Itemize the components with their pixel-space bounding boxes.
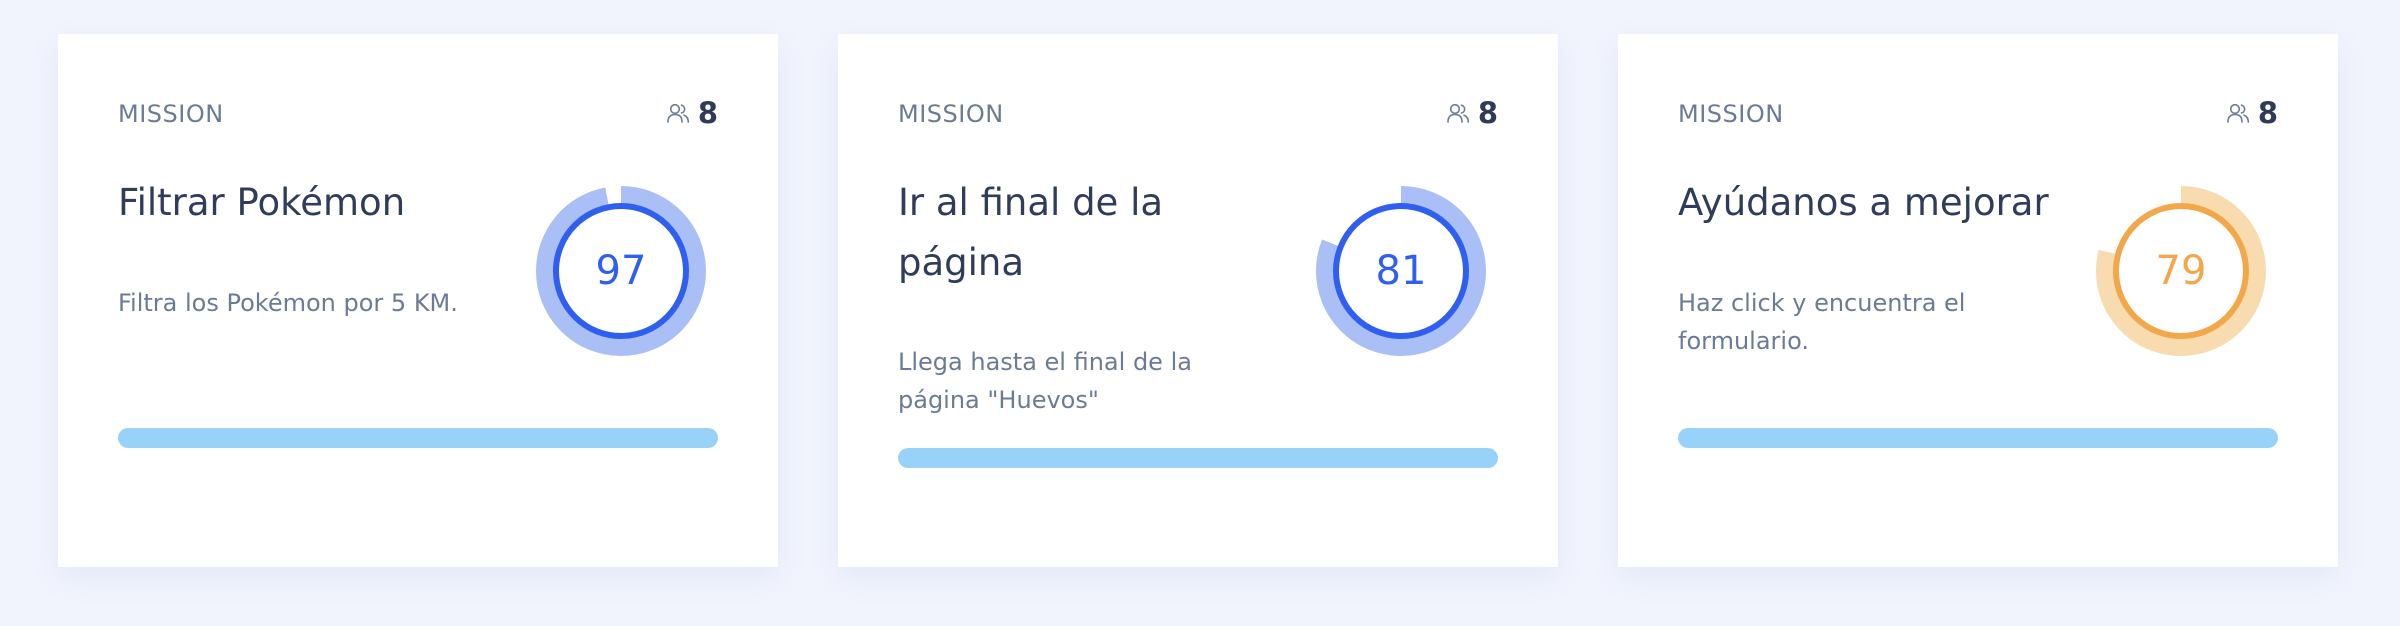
progress-bar	[898, 448, 1498, 468]
mission-description: Haz click y encuentra el formulario.	[1678, 289, 1966, 355]
mission-description: Llega hasta el final de la página "Huevo…	[898, 348, 1192, 414]
mission-title: Ir al final de la página	[898, 181, 1164, 284]
score-ring: 97	[536, 186, 706, 356]
mission-label: MISSION	[898, 100, 1004, 128]
mission-card[interactable]: MISSION 8 Filtrar Pokémon Filtra los Pok…	[58, 34, 778, 567]
members-count: 8	[1477, 96, 1498, 130]
users-icon	[666, 102, 690, 124]
mission-card[interactable]: MISSION 8 Ir al final de la página Llega…	[838, 34, 1558, 567]
members-counter: 8	[2226, 96, 2278, 130]
mission-label: MISSION	[1678, 100, 1784, 128]
progress-bar-fill	[898, 448, 1498, 468]
progress-bar	[1678, 428, 2278, 448]
users-icon	[2226, 102, 2250, 124]
score-value: 79	[2155, 248, 2207, 294]
mission-card[interactable]: MISSION 8 Ayúdanos a mejorar Haz click y…	[1618, 34, 2338, 567]
score-ring: 79	[2096, 186, 2266, 356]
progress-bar	[118, 428, 718, 448]
members-count: 8	[697, 96, 718, 130]
members-counter: 8	[666, 96, 718, 130]
members-count: 8	[2257, 96, 2278, 130]
mission-title: Filtrar Pokémon	[118, 181, 406, 224]
score-value: 81	[1375, 248, 1427, 294]
mission-description: Filtra los Pokémon por 5 KM.	[118, 289, 458, 317]
members-counter: 8	[1446, 96, 1498, 130]
score-value: 97	[595, 248, 647, 294]
score-ring: 81	[1316, 186, 1486, 356]
progress-bar-fill	[1678, 428, 2278, 448]
progress-bar-fill	[118, 428, 718, 448]
users-icon	[1446, 102, 1470, 124]
mission-label: MISSION	[118, 100, 224, 128]
mission-title: Ayúdanos a mejorar	[1678, 181, 2049, 224]
